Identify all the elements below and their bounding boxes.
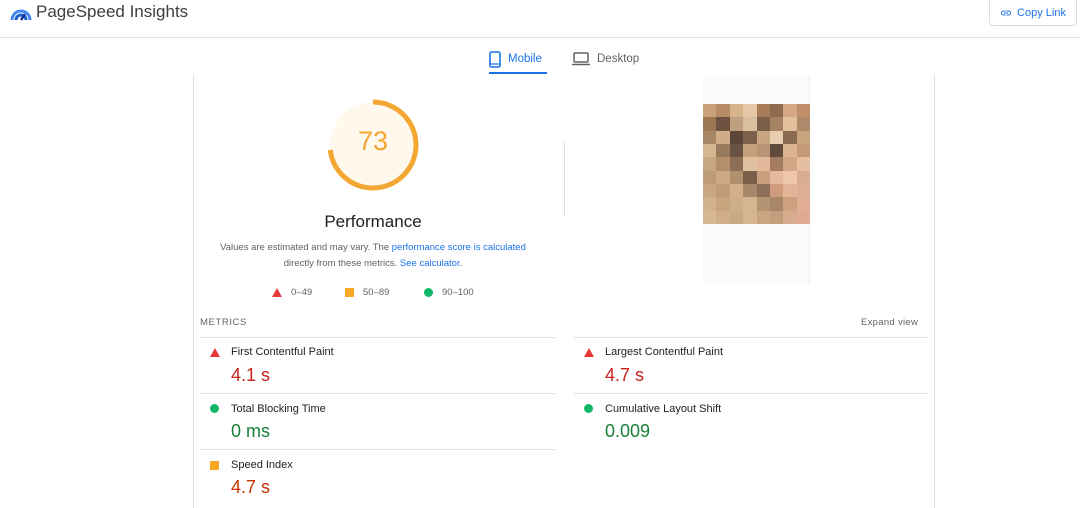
pixelated-screenshot-image bbox=[703, 104, 810, 224]
pagespeed-logo-icon bbox=[10, 9, 32, 21]
active-tab-indicator bbox=[489, 72, 547, 74]
metric-divider bbox=[200, 449, 556, 450]
metric-divider bbox=[574, 393, 928, 394]
copy-link-button[interactable]: Copy Link bbox=[989, 0, 1077, 26]
legend-pass-label: 90–100 bbox=[442, 287, 474, 298]
performance-score-link[interactable]: performance score is calculated bbox=[392, 242, 526, 253]
performance-description: Values are estimated and may vary. The p… bbox=[220, 242, 526, 269]
metric-divider bbox=[200, 393, 556, 394]
tab-desktop-label: Desktop bbox=[597, 53, 640, 65]
section-divider bbox=[564, 142, 565, 216]
metrics-heading: METRICS bbox=[200, 317, 247, 328]
pass-circle-icon bbox=[584, 404, 593, 413]
red-triangle-icon bbox=[272, 288, 282, 297]
metric-cls-name: Cumulative Layout Shift bbox=[605, 403, 722, 415]
pass-circle-icon bbox=[210, 404, 219, 413]
tab-desktop[interactable]: Desktop bbox=[572, 44, 639, 74]
metric-lcp-name: Largest Contentful Paint bbox=[605, 346, 724, 358]
metric-lcp-value: 4.7 s bbox=[605, 365, 645, 385]
fail-triangle-icon bbox=[210, 348, 220, 357]
performance-title: Performance bbox=[324, 212, 422, 231]
metric-si-value: 4.7 s bbox=[231, 477, 271, 497]
legend-fail-label: 0–49 bbox=[291, 287, 313, 298]
metric-fcp-name: First Contentful Paint bbox=[231, 346, 334, 358]
metric-fcp-value: 4.1 s bbox=[231, 365, 271, 385]
legend-pass: 90–100 bbox=[424, 287, 474, 298]
fail-triangle-icon bbox=[584, 348, 594, 357]
laptop-icon bbox=[572, 52, 590, 66]
metric-tbt-value: 0 ms bbox=[231, 421, 271, 441]
metric-divider bbox=[200, 337, 556, 338]
card-border-left bbox=[193, 75, 194, 508]
expand-view-button[interactable]: Expand view bbox=[861, 317, 918, 328]
metric-divider bbox=[574, 337, 928, 338]
copy-link-label: Copy Link bbox=[1017, 6, 1066, 19]
green-circle-icon bbox=[424, 288, 433, 297]
orange-square-icon bbox=[345, 288, 354, 297]
mobile-phone-icon bbox=[489, 50, 501, 68]
top-bar: PageSpeed Insights Copy Link bbox=[0, 0, 1080, 38]
legend-average-label: 50–89 bbox=[363, 287, 390, 298]
metric-si-name: Speed Index bbox=[231, 459, 293, 471]
average-square-icon bbox=[210, 461, 219, 470]
legend-average: 50–89 bbox=[345, 287, 389, 298]
metric-cls-value: 0.009 bbox=[605, 421, 651, 441]
performance-score-value: 73 bbox=[357, 126, 389, 156]
card-border-right bbox=[934, 75, 935, 508]
app-title: PageSpeed Insights bbox=[36, 2, 189, 21]
metric-tbt-name: Total Blocking Time bbox=[231, 403, 326, 415]
link-icon bbox=[1001, 10, 1012, 15]
tab-mobile[interactable]: Mobile bbox=[489, 44, 542, 74]
see-calculator-link[interactable]: See calculator bbox=[400, 258, 460, 269]
tab-mobile-label: Mobile bbox=[508, 53, 542, 65]
legend-fail: 0–49 bbox=[272, 287, 312, 298]
